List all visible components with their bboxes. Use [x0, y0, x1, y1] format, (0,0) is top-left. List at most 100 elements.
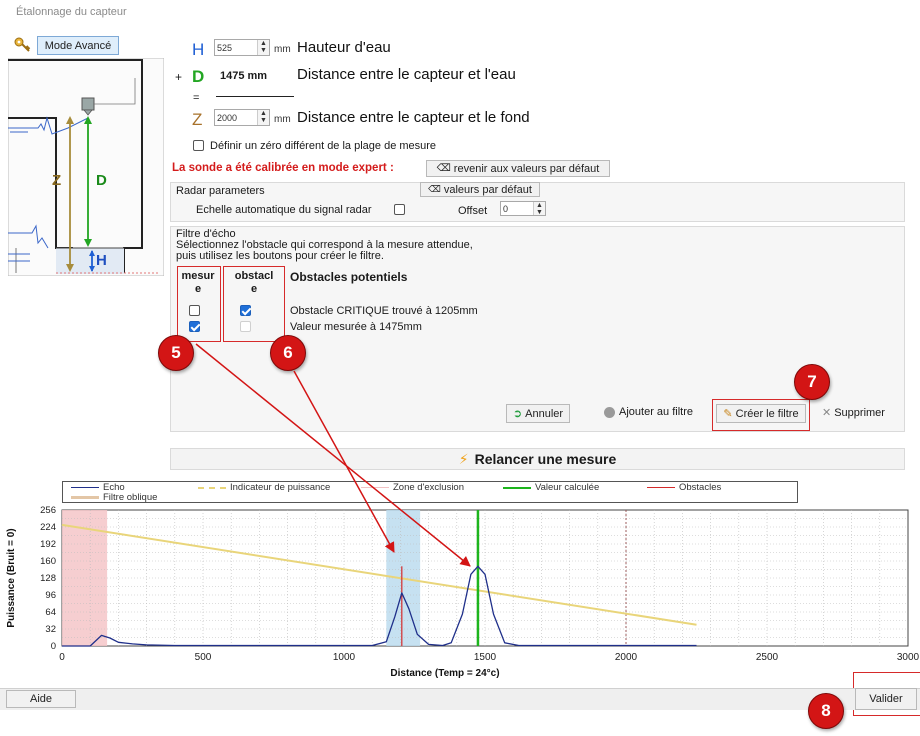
z-value-input[interactable]: 2000 ▲ ▼	[214, 109, 270, 126]
legend-computed-label: Valeur calculée	[535, 482, 600, 493]
zero-checkbox-label: Définir un zéro différent de la plage de…	[210, 140, 437, 152]
spinner-arrows-icon[interactable]: ▲ ▼	[533, 202, 545, 216]
key-icon[interactable]	[14, 37, 32, 53]
relaunch-button[interactable]: ⚡ Relancer une mesure	[170, 448, 905, 470]
radar-title: Radar parameters	[176, 185, 265, 197]
x-axis-label: Distance (Temp = 24°c)	[390, 668, 499, 679]
auto-scale-label: Echelle automatique du signal radar	[196, 204, 372, 216]
legend-power-swatch	[198, 486, 226, 489]
z-value-text: 2000	[217, 112, 238, 123]
y-tick-label: 224	[40, 522, 56, 533]
y-tick-label: 128	[40, 573, 56, 584]
legend-obstacles-label: Obstacles	[679, 482, 722, 493]
y-tick-label: 64	[45, 607, 56, 618]
add-to-filter-button[interactable]: Ajouter au filtre	[604, 406, 693, 418]
y-tick-label: 96	[45, 590, 56, 601]
delete-button[interactable]: ✕ Supprimer	[822, 406, 885, 420]
x-tick-label: 3000	[897, 652, 920, 663]
echo-chart: 0 500 1000 1500 2000 2500 3000 0 32 64 96 128 160 192…	[6, 505, 920, 679]
radar-defaults-button[interactable]: ⌫ valeurs par défaut	[420, 182, 540, 197]
h-value-input[interactable]: 525 ▲ ▼	[214, 39, 270, 56]
row2-obstacle-text: Valeur mesurée à 1475mm	[290, 321, 422, 333]
legend-echo-swatch	[71, 487, 99, 488]
annotation-marker-7: 7	[794, 364, 830, 400]
annotation-marker-6: 6	[270, 335, 306, 371]
y-tick-label: 256	[40, 505, 56, 516]
offset-value-text: 0	[503, 203, 509, 214]
separator-line	[216, 96, 294, 97]
cancel-button[interactable]: ➲ Annuler	[506, 404, 570, 423]
backspace-icon: ⌫	[428, 184, 441, 194]
x-tick-label: 500	[195, 652, 212, 663]
highlight-create-filter	[712, 399, 810, 431]
legend-oblique-swatch	[71, 496, 99, 499]
sensor-diagram	[8, 58, 164, 276]
x-tick-label: 2000	[615, 652, 638, 663]
add-icon	[604, 406, 615, 418]
legend-computed: Valeur calculée	[503, 482, 599, 493]
diagram-h-label: H	[96, 252, 107, 269]
y-tick-label: 0	[51, 641, 56, 652]
x-tick-label: 2500	[756, 652, 779, 663]
legend-obstacles: Obstacles	[647, 482, 721, 493]
diagram-d-label: D	[96, 172, 107, 189]
expert-notice: La sonde a été calibrée en mode expert :	[172, 162, 394, 174]
row1-obstacle-text: Obstacle CRITIQUE trouvé à 1205mm	[290, 305, 478, 317]
zero-checkbox[interactable]	[193, 140, 204, 151]
spinner-arrows-icon[interactable]: ▲ ▼	[257, 110, 269, 125]
reset-defaults-button[interactable]: ⌫ revenir aux valeurs par défaut	[426, 160, 610, 177]
h-letter: H	[192, 40, 205, 59]
equals-sign: =	[193, 92, 200, 104]
y-axis-label: Puissance (Bruit = 0)	[6, 528, 17, 627]
d-label: Distance entre le capteur et l'eau	[297, 66, 516, 83]
mode-advanced-button[interactable]: Mode Avancé	[37, 36, 119, 55]
auto-scale-checkbox[interactable]	[394, 204, 405, 215]
legend-power: Indicateur de puissance	[198, 482, 330, 493]
x-tick-label: 0	[59, 652, 65, 663]
help-button[interactable]: Aide	[6, 690, 76, 708]
relaunch-label: Relancer une mesure	[474, 451, 617, 467]
cancel-label: Annuler	[525, 407, 564, 420]
h-unit: mm	[274, 44, 291, 55]
plus-sign: +	[175, 70, 183, 84]
x-tick-label: 1500	[474, 652, 497, 663]
spinner-arrows-icon[interactable]: ▲ ▼	[257, 40, 269, 55]
offset-input[interactable]: 0 ▲ ▼	[500, 201, 546, 216]
validate-button[interactable]: Valider	[855, 688, 917, 710]
y-tick-label: 32	[45, 624, 56, 635]
offset-label: Offset	[458, 205, 488, 217]
annotation-marker-8: 8	[808, 693, 844, 729]
highlight-mesure-column	[177, 266, 221, 342]
add-to-filter-label: Ajouter au filtre	[619, 406, 693, 418]
h-label: Hauteur d'eau	[297, 39, 391, 56]
y-tick-label: 160	[40, 556, 56, 567]
x-tick-label: 1000	[333, 652, 356, 663]
z-letter: Z	[192, 110, 203, 129]
z-label: Distance entre le capteur et le fond	[297, 109, 530, 126]
col-potentials-header: Obstacles potentiels	[290, 270, 408, 284]
annotation-marker-5: 5	[158, 335, 194, 371]
diagram-z-label: Z	[52, 172, 62, 189]
legend-power-label: Indicateur de puissance	[230, 482, 331, 493]
backspace-icon: ⌫	[436, 163, 451, 174]
legend-computed-swatch	[503, 486, 531, 489]
legend-exclusion-swatch	[361, 487, 389, 488]
legend-exclusion: Zone d'exclusion	[361, 482, 464, 493]
window-title: Étalonnage du capteur	[16, 6, 127, 18]
echo-filter-line2: puis utilisez les boutons pour créer le …	[176, 250, 384, 262]
legend-obstacles-swatch	[647, 487, 675, 488]
d-value: 1475 mm	[220, 70, 268, 82]
h-value-text: 525	[217, 42, 233, 53]
legend-exclusion-label: Zone d'exclusion	[393, 482, 464, 493]
reset-defaults-label: revenir aux valeurs par défaut	[453, 162, 600, 175]
delete-label: Supprimer	[834, 406, 885, 419]
d-letter: D	[192, 67, 205, 86]
y-tick-label: 192	[40, 539, 56, 550]
close-icon: ✕	[822, 407, 832, 419]
radar-defaults-label: valeurs par défaut	[443, 183, 532, 196]
status-bar	[0, 688, 920, 710]
z-unit: mm	[274, 114, 291, 125]
lightning-icon: ⚡	[458, 450, 469, 467]
highlight-obstacle-column	[223, 266, 285, 342]
undo-icon: ➲	[512, 408, 523, 420]
